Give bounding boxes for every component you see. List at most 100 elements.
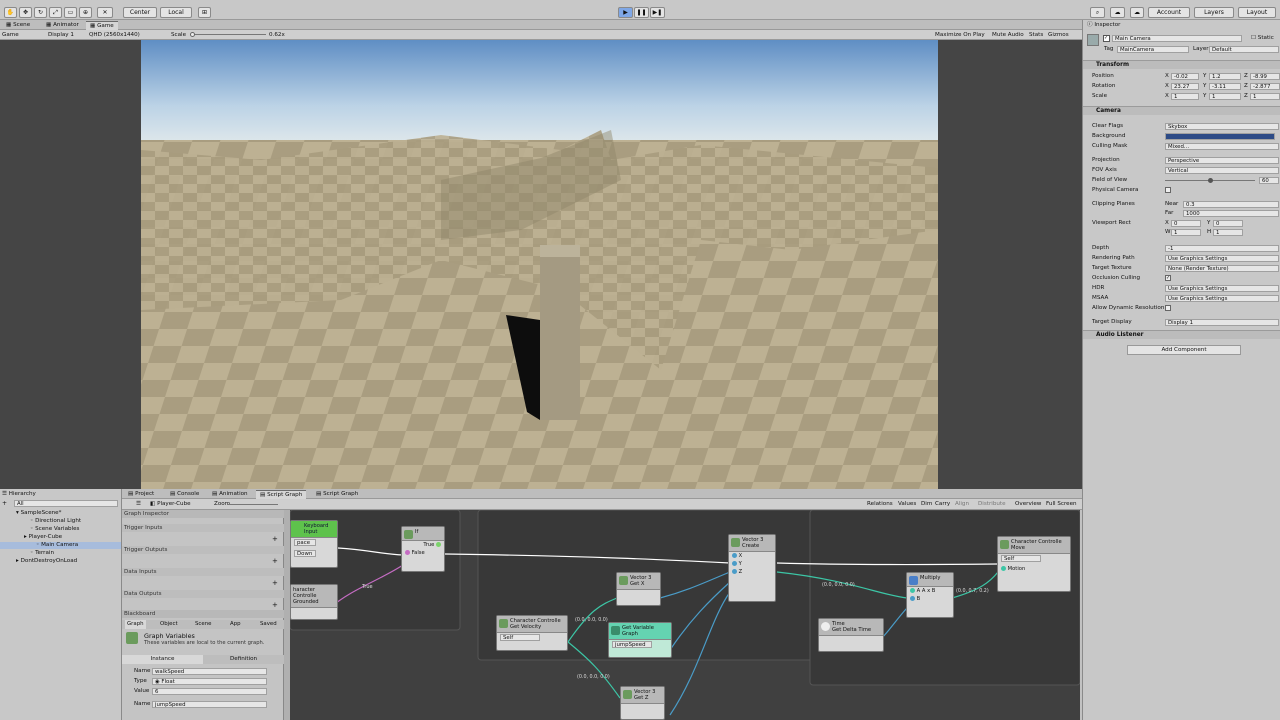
viewport-w[interactable]: 1 [1171,229,1201,236]
camera-row-value[interactable]: -1 [1165,245,1279,252]
node-keyboard-input[interactable]: Keyboard Input pace Down [290,520,338,568]
tab-hierarchy[interactable]: ☰ Hierarchy [2,491,36,498]
create-icon[interactable]: + [2,500,10,507]
hierarchy-search-input[interactable]: All [14,500,118,507]
viewport-h[interactable]: 1 [1213,229,1243,236]
overview-button[interactable]: Overview [1015,501,1041,507]
maximize-on-play-button[interactable]: Maximize On Play [935,31,985,39]
camera-row-value[interactable]: Use Graphics Settings [1165,295,1279,302]
play-button[interactable]: ▶ [618,7,633,18]
hierarchy-item-main-camera[interactable]: ◦ Main Camera [0,542,121,549]
fov-slider-handle[interactable] [1208,178,1213,183]
add-component-button[interactable]: Add Component [1127,345,1241,355]
rect-tool-icon[interactable]: ▭ [64,7,77,18]
active-checkbox[interactable]: ✓ [1103,35,1110,42]
layer-dropdown[interactable]: Default [1209,46,1279,53]
hierarchy-item-light[interactable]: ◦ Directional Light [30,518,81,525]
camera-row-value[interactable]: Use Graphics Settings [1165,255,1279,262]
scale-slider-handle[interactable] [190,32,195,37]
carry-button[interactable]: Carry [935,501,950,507]
hierarchy-item-scene[interactable]: ▾ SampleScene* [16,510,61,517]
position-z[interactable]: -8.99 [1250,73,1280,80]
scale-y[interactable]: 1 [1209,93,1241,100]
camera-row-value[interactable]: None (Render Texture) [1165,265,1279,272]
move-self-field[interactable]: Self [1001,555,1041,562]
breadcrumb[interactable]: ◧ Player-Cube [150,501,191,507]
camera-row-value[interactable]: Vertical [1165,167,1279,174]
align-dropdown[interactable]: Align [955,501,969,507]
key-code-dropdown[interactable]: pace [294,539,316,546]
rotation-z[interactable]: -2.877 [1250,83,1280,90]
camera-row-value[interactable]: Use Graphics Settings [1165,285,1279,292]
add-trigger-output-button[interactable]: + [272,557,278,565]
hierarchy-item-dontdestroy[interactable]: ▸ DontDestroyOnLoad [16,558,77,565]
viewport-x[interactable]: 0 [1171,220,1201,227]
scale-tool-icon[interactable]: ⤢ [49,7,62,18]
move-tool-icon[interactable]: ✥ [19,7,32,18]
variable-name-dropdown[interactable]: jumpSpeed [612,641,652,648]
position-y[interactable]: 1.2 [1209,73,1241,80]
hierarchy-item-scene-variables[interactable]: ◦ Scene Variables [30,526,79,533]
action-dropdown[interactable]: Down [294,550,316,557]
tab-scene-vars[interactable]: Scene [195,620,211,629]
camera-row-value[interactable]: Perspective [1165,157,1279,164]
rotate-tool-icon[interactable]: ↻ [34,7,47,18]
var2-name-field[interactable]: jumpSpeed [152,701,267,708]
tab-saved[interactable]: Saved [260,620,277,629]
tab-graph[interactable]: Graph [125,620,146,629]
camera-checkbox[interactable] [1165,187,1171,193]
game-render[interactable] [141,40,938,489]
display-mode-dropdown[interactable]: Game [2,31,19,39]
account-dropdown[interactable]: Account [1148,7,1190,18]
pause-button[interactable]: ❚❚ [634,7,649,18]
var1-name-field[interactable]: walkSpeed [152,668,267,675]
hand-tool-icon[interactable]: ✋ [4,7,17,18]
scale-x[interactable]: 1 [1171,93,1199,100]
instance-tab[interactable]: Instance [122,655,203,664]
var1-type-dropdown[interactable]: ◉ Float [152,678,267,685]
zoom-slider[interactable] [228,504,278,505]
rotation-x[interactable]: 23.27 [1171,83,1199,90]
camera-row-value[interactable]: Skybox [1165,123,1279,130]
node-get-variable[interactable]: Get Variable Graph jumpSpeed [608,622,672,658]
add-data-input-button[interactable]: + [272,579,278,587]
tab-project[interactable]: ▤ Project [124,490,158,499]
script-graph-canvas[interactable]: Keyboard Input pace Down If True False h… [290,510,1080,720]
node-get-delta-time[interactable]: Time Get Delta Time [818,618,884,652]
add-data-output-button[interactable]: + [272,601,278,609]
camera-row-value[interactable]: Mixed... [1165,143,1279,150]
rotation-y[interactable]: -3.11 [1209,83,1241,90]
transform-header[interactable]: Transform [1083,60,1280,69]
distribute-dropdown[interactable]: Distribute [978,501,1006,507]
camera-header[interactable]: Camera [1083,106,1280,115]
var1-value-field[interactable]: 6 [152,688,267,695]
cloud-icon[interactable]: ☁ [1130,7,1144,18]
tab-scene[interactable]: ▦ Scene [2,21,34,30]
object-name-field[interactable]: Main Camera [1112,35,1242,42]
layers-dropdown[interactable]: Layers [1194,7,1234,18]
fullscreen-button[interactable]: Full Screen [1046,501,1077,507]
node-move[interactable]: Character Controlle Move Self Motion [997,536,1071,592]
node-if[interactable]: If True False [401,526,445,572]
get-velocity-self-field[interactable]: Self [500,634,540,641]
tab-object[interactable]: Object [160,620,178,629]
add-trigger-input-button[interactable]: + [272,535,278,543]
tab-script-graph-2[interactable]: ▤ Script Graph [312,490,362,499]
tab-console[interactable]: ▤ Console [166,490,203,499]
node-grounded[interactable]: haracter Controlle Grounded [290,584,338,620]
tab-game[interactable]: ▦ Game [86,21,118,30]
camera-checkbox[interactable] [1165,305,1171,311]
tab-script-graph[interactable]: ▤ Script Graph [256,490,307,499]
tab-animator[interactable]: ▦ Animator [42,21,83,30]
hierarchy-item-terrain[interactable]: ◦ Terrain [30,550,54,557]
near-field[interactable]: 0.3 [1183,201,1279,208]
resolution-dropdown[interactable]: QHD (2560x1440) [89,31,140,39]
tab-animation[interactable]: ▤ Animation [208,490,252,499]
grid-snap-icon[interactable]: ⊞ [198,7,211,18]
position-x[interactable]: -0.02 [1171,73,1199,80]
far-field[interactable]: 1000 [1183,210,1279,217]
audio-listener-header[interactable]: Audio Listener [1083,330,1280,339]
node-get-velocity[interactable]: Character Controlle Get Velocity Self [496,615,568,651]
node-vector3-create[interactable]: Vector 3 Create X Y Z [728,534,776,602]
node-get-z[interactable]: Vector 3 Get Z [620,686,665,720]
